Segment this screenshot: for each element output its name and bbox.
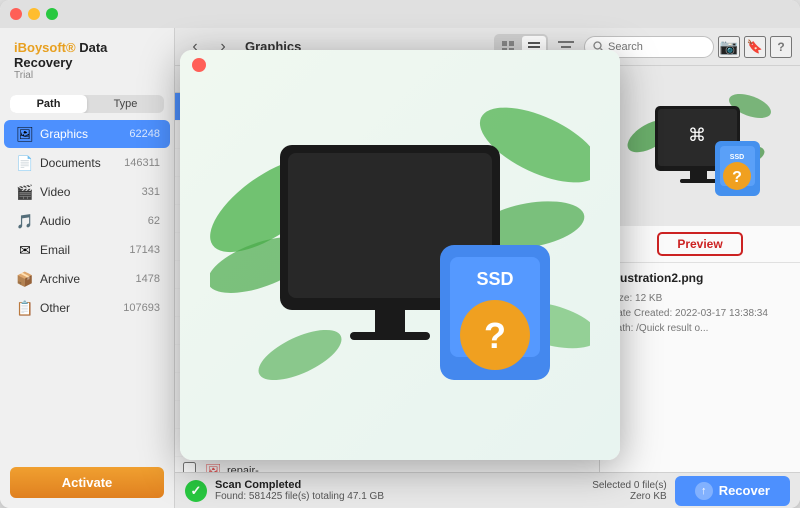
file-type-icon: 🖼 <box>205 463 223 473</box>
titlebar <box>0 0 800 28</box>
documents-icon: 📄 <box>16 154 34 172</box>
selected-files-count: Selected 0 file(s) <box>592 480 666 491</box>
selected-files-size: Zero KB <box>592 491 666 502</box>
status-bar: ✓ Scan Completed Found: 581425 file(s) t… <box>175 472 800 508</box>
preview-date-row: Date Created: 2022-03-17 13:38:34 <box>610 308 790 319</box>
sidebar-item-other[interactable]: 📋 Other 107693 <box>4 294 170 322</box>
popup-close-button[interactable] <box>192 58 206 72</box>
preview-button[interactable]: Preview <box>657 232 742 256</box>
camera-button[interactable]: 📷 <box>718 36 740 58</box>
scan-complete-icon: ✓ <box>185 480 207 502</box>
svg-text:?: ? <box>484 315 506 356</box>
sidebar: iBoysoft® Data Recovery Trial Path Type … <box>0 28 175 508</box>
file-name-cell: repair-... <box>227 465 391 473</box>
main-window: iBoysoft® Data Recovery Trial Path Type … <box>0 0 800 508</box>
archive-icon: 📦 <box>16 270 34 288</box>
popup-illustration: SSD ? <box>180 50 620 460</box>
sidebar-item-documents-label: Documents <box>40 156 124 170</box>
bookmark-button[interactable]: 🔖 <box>744 36 766 58</box>
path-type-tabs: Path Type <box>10 95 164 113</box>
sidebar-item-audio-label: Audio <box>40 214 148 228</box>
svg-text:?: ? <box>732 169 742 186</box>
scan-detail: Found: 581425 file(s) totaling 47.1 GB <box>215 491 584 502</box>
row-checkbox[interactable] <box>183 462 196 473</box>
preview-size-row: Size: 12 KB <box>610 293 790 304</box>
scan-title: Scan Completed <box>215 479 584 491</box>
maximize-button[interactable] <box>46 8 58 20</box>
scan-info: Scan Completed Found: 581425 file(s) tot… <box>215 479 584 502</box>
sidebar-item-video-count: 331 <box>142 186 160 198</box>
sidebar-item-video-label: Video <box>40 185 142 199</box>
sidebar-item-other-label: Other <box>40 301 123 315</box>
preview-illustration: ⌘ ? SSD <box>620 76 780 216</box>
video-icon: 🎬 <box>16 183 34 201</box>
sidebar-item-email-count: 17143 <box>129 244 160 256</box>
sidebar-item-graphics-count: 62248 <box>129 128 160 140</box>
preview-path-row: Path: /Quick result o... <box>610 323 790 334</box>
graphics-icon: 🖼 <box>16 125 34 143</box>
sidebar-item-other-count: 107693 <box>123 302 160 314</box>
minimize-button[interactable] <box>28 8 40 20</box>
search-input[interactable] <box>608 41 705 53</box>
tab-type[interactable]: Type <box>87 95 164 113</box>
sidebar-header: iBoysoft® Data Recovery Trial <box>0 28 174 89</box>
sidebar-item-graphics-label: Graphics <box>40 127 129 141</box>
email-icon: ✉ <box>16 241 34 259</box>
sidebar-item-archive-count: 1478 <box>136 273 160 285</box>
sidebar-item-documents-count: 146311 <box>124 157 160 169</box>
activate-button[interactable]: Activate <box>10 467 164 498</box>
sidebar-item-graphics[interactable]: 🖼 Graphics 62248 <box>4 120 170 148</box>
file-info: illustration2.png Size: 12 KB Date Creat… <box>600 263 800 472</box>
sidebar-item-audio[interactable]: 🎵 Audio 62 <box>4 207 170 235</box>
sidebar-item-documents[interactable]: 📄 Documents 146311 <box>4 149 170 177</box>
sidebar-item-email-label: Email <box>40 243 129 257</box>
tab-path[interactable]: Path <box>10 95 87 113</box>
sidebar-item-audio-count: 62 <box>148 215 160 227</box>
sidebar-item-video[interactable]: 🎬 Video 331 <box>4 178 170 206</box>
svg-text:SSD: SSD <box>476 269 513 289</box>
close-button[interactable] <box>10 8 22 20</box>
preview-popup: SSD ? <box>180 50 620 460</box>
svg-text:⌘: ⌘ <box>688 125 706 145</box>
sidebar-items: 🖼 Graphics 62248 📄 Documents 146311 🎬 Vi… <box>0 119 174 459</box>
audio-icon: 🎵 <box>16 212 34 230</box>
app-title: iBoysoft® Data Recovery <box>14 40 160 70</box>
recover-button[interactable]: ↑ Recover <box>675 476 790 506</box>
help-button[interactable]: ? <box>770 36 792 58</box>
preview-file-name: illustration2.png <box>610 271 790 285</box>
other-icon: 📋 <box>16 299 34 317</box>
selected-info: Selected 0 file(s) Zero KB <box>592 480 666 502</box>
trial-label: Trial <box>14 70 160 81</box>
svg-text:SSD: SSD <box>730 154 744 161</box>
sidebar-item-archive[interactable]: 📦 Archive 1478 <box>4 265 170 293</box>
popup-svg: SSD ? <box>210 65 590 445</box>
preview-panel: ⌘ ? SSD <box>600 66 800 472</box>
sidebar-item-email[interactable]: ✉ Email 17143 <box>4 236 170 264</box>
sidebar-item-archive-label: Archive <box>40 272 136 286</box>
recover-btn-icon: ↑ <box>695 482 713 500</box>
preview-image-area: ⌘ ? SSD <box>600 66 800 226</box>
preview-btn-row: Preview <box>600 226 800 263</box>
